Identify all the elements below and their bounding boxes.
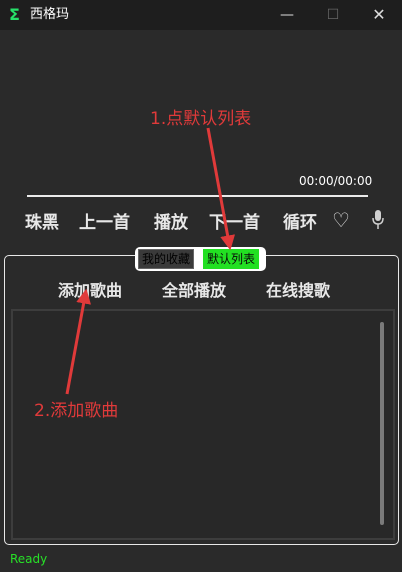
next-button[interactable]: 下一首 (209, 209, 260, 237)
online-search-button[interactable]: 在线搜歌 (266, 280, 330, 302)
tab-default-list[interactable]: 默认列表 (203, 249, 260, 269)
previous-button[interactable]: 上一首 (79, 209, 130, 237)
close-button[interactable]: ✕ (356, 0, 402, 30)
heart-icon[interactable]: ♡ (332, 208, 350, 232)
tab-favorites[interactable]: 我的收藏 (138, 249, 195, 269)
add-song-button[interactable]: 添加歌曲 (58, 280, 122, 302)
maximize-button[interactable]: ☐ (310, 0, 356, 30)
play-all-button[interactable]: 全部播放 (162, 280, 226, 302)
song-list[interactable] (11, 309, 395, 540)
progress-bar[interactable] (27, 195, 368, 197)
play-button[interactable]: 播放 (154, 209, 188, 237)
time-display: 00:00/00:00 (299, 174, 373, 188)
sigma-app-icon: Σ (9, 5, 20, 24)
playlist-actions: 添加歌曲 全部播放 在线搜歌 (0, 280, 402, 302)
window-title: 西格玛 (30, 7, 70, 22)
status-text: Ready (10, 552, 48, 566)
title-bar: Σ 西格玛 — ☐ ✕ (0, 0, 402, 30)
loop-button[interactable]: 循环 (283, 209, 317, 237)
minimize-button[interactable]: — (264, 0, 310, 30)
microphone-icon[interactable] (372, 210, 384, 230)
annotation-step-2: 2.添加歌曲 (34, 401, 119, 421)
annotation-step-1: 1.点默认列表 (150, 109, 252, 129)
control-button-1[interactable]: 珠黑 (25, 209, 59, 237)
playlist-tabs: 我的收藏 默认列表 (135, 247, 266, 271)
song-list-scrollbar[interactable] (380, 322, 384, 525)
